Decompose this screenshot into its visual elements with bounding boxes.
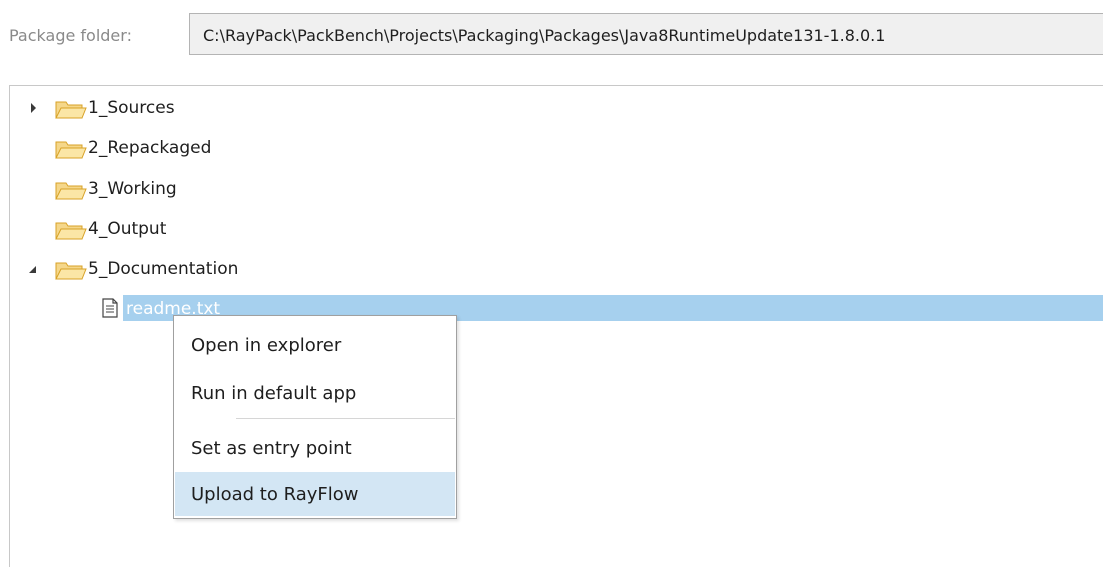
menu-item-label: Set as entry point	[191, 438, 352, 459]
tree-item-label: 2_Repackaged	[88, 138, 212, 158]
menu-item-upload-to-rayflow[interactable]: Upload to RayFlow	[175, 472, 455, 516]
folder-open-icon	[55, 141, 87, 159]
package-folder-field[interactable]: C:\RayPack\PackBench\Projects\Packaging\…	[189, 13, 1103, 55]
text-file-icon	[102, 298, 118, 318]
menu-item-label: Run in default app	[191, 383, 357, 404]
tree-item-3-working[interactable]: 3_Working	[10, 175, 1103, 201]
folder-open-icon	[55, 101, 87, 119]
folder-open-icon	[55, 222, 87, 240]
package-folder-label: Package folder:	[9, 26, 132, 45]
menu-item-open-in-explorer[interactable]: Open in explorer	[175, 323, 455, 367]
tree-item-2-repackaged[interactable]: 2_Repackaged	[10, 134, 1103, 160]
tree-item-label: 5_Documentation	[88, 259, 239, 279]
tree-item-label: 1_Sources	[88, 98, 175, 118]
tree-item-label: 4_Output	[88, 219, 167, 239]
tree-item-4-output[interactable]: 4_Output	[10, 215, 1103, 241]
tree-item-1-sources[interactable]: 1_Sources	[10, 94, 1103, 120]
folder-open-icon	[55, 262, 87, 280]
menu-item-label: Open in explorer	[191, 335, 342, 356]
tree-item-label: 3_Working	[88, 179, 177, 199]
collapse-arrow-icon[interactable]	[29, 266, 36, 273]
tree-item-5-documentation[interactable]: 5_Documentation	[10, 255, 1103, 281]
package-folder-path: C:\RayPack\PackBench\Projects\Packaging\…	[203, 26, 886, 45]
menu-item-set-as-entry-point[interactable]: Set as entry point	[175, 426, 455, 470]
menu-item-run-in-default-app[interactable]: Run in default app	[175, 371, 455, 415]
context-menu[interactable]: Open in explorer Run in default app Set …	[173, 315, 457, 519]
expand-arrow-icon[interactable]	[31, 103, 36, 113]
menu-separator	[236, 418, 455, 419]
folder-open-icon	[55, 182, 87, 200]
menu-item-label: Upload to RayFlow	[191, 484, 359, 505]
